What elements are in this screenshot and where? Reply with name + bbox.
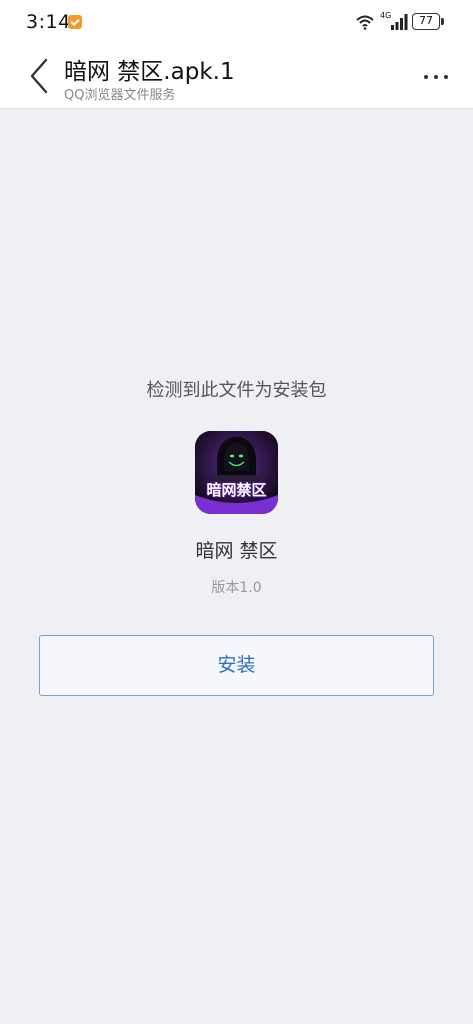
more-icon-dot [444, 75, 448, 79]
battery-tip [441, 18, 444, 25]
page-title: 暗网 禁区.apk.1 [64, 59, 235, 85]
more-icon [424, 75, 428, 79]
app-icon-artwork [195, 431, 278, 514]
battery-icon: 77 [412, 13, 440, 30]
wifi-icon [356, 15, 374, 30]
back-button[interactable] [22, 56, 58, 96]
more-icon-dot [434, 75, 438, 79]
app-icon-text: 暗网禁区 [206, 481, 267, 499]
signal-icon [391, 14, 408, 30]
app-name: 暗网 禁区 [195, 540, 278, 562]
notification-icon [68, 15, 82, 29]
back-icon [30, 58, 48, 94]
app-icon: 暗网禁区 [195, 431, 278, 514]
header: 暗网 禁区.apk.1 QQ浏览器文件服务 [0, 44, 473, 109]
status-time: 3:14 [26, 11, 71, 33]
install-button[interactable]: 安装 [39, 635, 434, 696]
status-bar: 3:14 4G 77 [0, 0, 473, 44]
app-version: 版本1.0 [211, 580, 262, 596]
detect-message: 检测到此文件为安装包 [146, 380, 327, 401]
page: 3:14 4G 77 暗网 禁区.apk.1 QQ浏览器文件服务 检测到此文件为… [0, 0, 473, 1024]
page-subtitle: QQ浏览器文件服务 [64, 88, 176, 103]
more-button[interactable] [416, 60, 456, 92]
